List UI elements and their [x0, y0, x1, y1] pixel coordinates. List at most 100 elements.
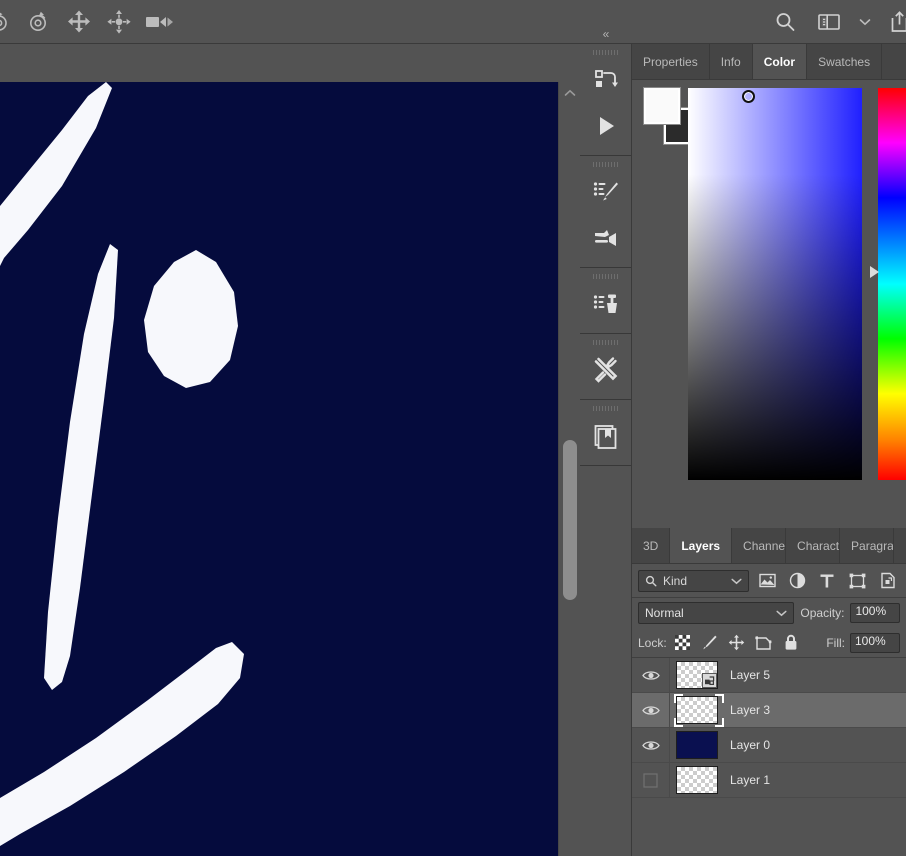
dock-clone-source	[580, 268, 631, 334]
dock-grip[interactable]	[580, 338, 631, 347]
layers-panel: Kind Normal Opacity: 100% Lock: Fill: 10…	[632, 564, 906, 798]
options-bar-right	[768, 7, 906, 37]
fill-input[interactable]: 100%	[850, 632, 900, 653]
lock-position-icon[interactable]	[726, 632, 748, 654]
layer-thumbnail	[676, 661, 718, 689]
filter-kind-select[interactable]: Kind	[638, 569, 749, 592]
layer-name[interactable]: Layer 1	[724, 773, 906, 787]
color-field[interactable]	[688, 88, 862, 480]
collapsed-panel-dock: «	[580, 27, 632, 856]
options-bar-tools	[0, 7, 176, 37]
layer-name[interactable]: Layer 0	[724, 738, 906, 752]
lock-all-icon[interactable]	[780, 632, 802, 654]
dock-grip[interactable]	[580, 272, 631, 281]
filter-adjustment-icon[interactable]	[785, 569, 809, 593]
table-row[interactable]: Layer 5	[632, 657, 906, 693]
tab-properties[interactable]: Properties	[632, 44, 710, 79]
brushes-icon[interactable]	[580, 215, 632, 261]
color-panel	[632, 80, 906, 528]
lock-transparent-pixels-icon[interactable]	[672, 632, 694, 654]
dock-history-actions	[580, 44, 631, 156]
pan-3d-icon[interactable]	[62, 7, 96, 37]
tab-info[interactable]: Info	[710, 44, 753, 79]
chevron-down-icon	[731, 577, 742, 585]
notes-icon[interactable]	[580, 413, 632, 459]
layer-thumbnail	[676, 731, 718, 759]
layer-thumbnail-cell[interactable]	[670, 658, 724, 693]
blend-mode-select[interactable]: Normal	[638, 602, 795, 624]
tab-paragraph[interactable]: Paragraph	[840, 528, 895, 563]
tab-color[interactable]: Color	[752, 44, 808, 79]
filter-type-icon[interactable]	[815, 569, 839, 593]
layer-thumbnail-cell[interactable]	[670, 763, 724, 798]
lock-label: Lock:	[638, 635, 667, 650]
history-icon[interactable]	[580, 57, 632, 103]
layer-visibility-toggle[interactable]	[632, 692, 670, 728]
layers-panel-tabs: 3D Layers Channels Character Paragraph	[632, 528, 906, 564]
dock-notes	[580, 400, 631, 466]
layer-filter-bar: Kind	[632, 564, 906, 598]
table-row[interactable]: Layer 3	[632, 692, 906, 728]
filter-smart-object-icon[interactable]	[876, 569, 900, 593]
artwork	[0, 82, 558, 856]
layer-thumbnail-cell[interactable]	[670, 728, 724, 763]
opacity-label: Opacity:	[800, 606, 845, 620]
image-canvas[interactable]	[0, 82, 558, 856]
tab-character[interactable]: Character	[786, 528, 841, 563]
brush-settings-icon[interactable]	[580, 169, 632, 215]
tab-3d[interactable]: 3D	[632, 528, 671, 563]
lock-image-pixels-icon[interactable]	[699, 632, 721, 654]
layer-name[interactable]: Layer 5	[724, 668, 906, 682]
options-bar	[0, 0, 906, 44]
lock-row: Lock: Fill: 100%	[632, 628, 906, 658]
dock-brush	[580, 156, 631, 268]
table-row[interactable]: Layer 1	[632, 762, 906, 798]
opacity-input[interactable]: 100%	[850, 603, 900, 623]
search-icon[interactable]	[768, 7, 802, 37]
lock-artboard-icon[interactable]	[753, 632, 775, 654]
filter-shape-icon[interactable]	[846, 569, 870, 593]
camera-3d-icon[interactable]	[142, 7, 176, 37]
chevron-down-icon[interactable]	[856, 15, 874, 29]
layer-thumbnail	[676, 766, 718, 794]
layer-visibility-toggle[interactable]	[632, 657, 670, 693]
tab-layers[interactable]: Layers	[670, 528, 733, 563]
chevron-down-icon	[776, 609, 787, 617]
slide-3d-icon[interactable]	[102, 7, 136, 37]
table-row[interactable]: Layer 0	[632, 727, 906, 763]
dock-tool-presets	[580, 334, 631, 400]
color-panel-tabs: Properties Info Color Swatches	[632, 44, 906, 80]
scrollbar-thumb[interactable]	[563, 440, 577, 600]
filter-pixel-icon[interactable]	[755, 569, 779, 593]
tool-presets-icon[interactable]	[580, 347, 632, 393]
color-field-cursor	[742, 90, 755, 103]
right-panel-column: Properties Info Color Swatches 3D Layers…	[632, 44, 906, 856]
document-area	[0, 44, 580, 856]
hue-slider[interactable]	[878, 88, 906, 480]
foreground-color-swatch[interactable]	[643, 87, 681, 125]
collapse-panels-button[interactable]: «	[580, 0, 632, 44]
workspace-icon[interactable]	[812, 7, 846, 37]
roll-3d-icon[interactable]	[22, 7, 56, 37]
smart-object-badge-icon	[702, 673, 717, 688]
rotate-3d-icon[interactable]	[0, 7, 16, 37]
share-icon[interactable]	[884, 7, 906, 37]
clone-source-icon[interactable]	[580, 281, 632, 327]
layer-visibility-toggle[interactable]	[632, 727, 670, 763]
document-vertical-scrollbar[interactable]	[558, 82, 580, 856]
layer-thumbnail-cell[interactable]	[670, 693, 724, 728]
dock-grip[interactable]	[580, 48, 631, 57]
dock-grip[interactable]	[580, 160, 631, 169]
canvas-viewport[interactable]	[0, 82, 558, 856]
tab-swatches[interactable]: Swatches	[807, 44, 883, 79]
actions-icon[interactable]	[580, 103, 632, 149]
scroll-up-arrow-icon[interactable]	[559, 82, 580, 104]
layer-thumbnail	[676, 696, 718, 724]
tab-channels[interactable]: Channels	[732, 528, 787, 563]
fill-label: Fill:	[826, 635, 845, 650]
dock-empty-area	[580, 466, 631, 856]
layer-list: Layer 5 Layer 3 Layer 0 Layer 1	[632, 657, 906, 798]
dock-grip[interactable]	[580, 404, 631, 413]
layer-visibility-toggle[interactable]	[632, 762, 670, 798]
layer-name[interactable]: Layer 3	[724, 703, 906, 717]
